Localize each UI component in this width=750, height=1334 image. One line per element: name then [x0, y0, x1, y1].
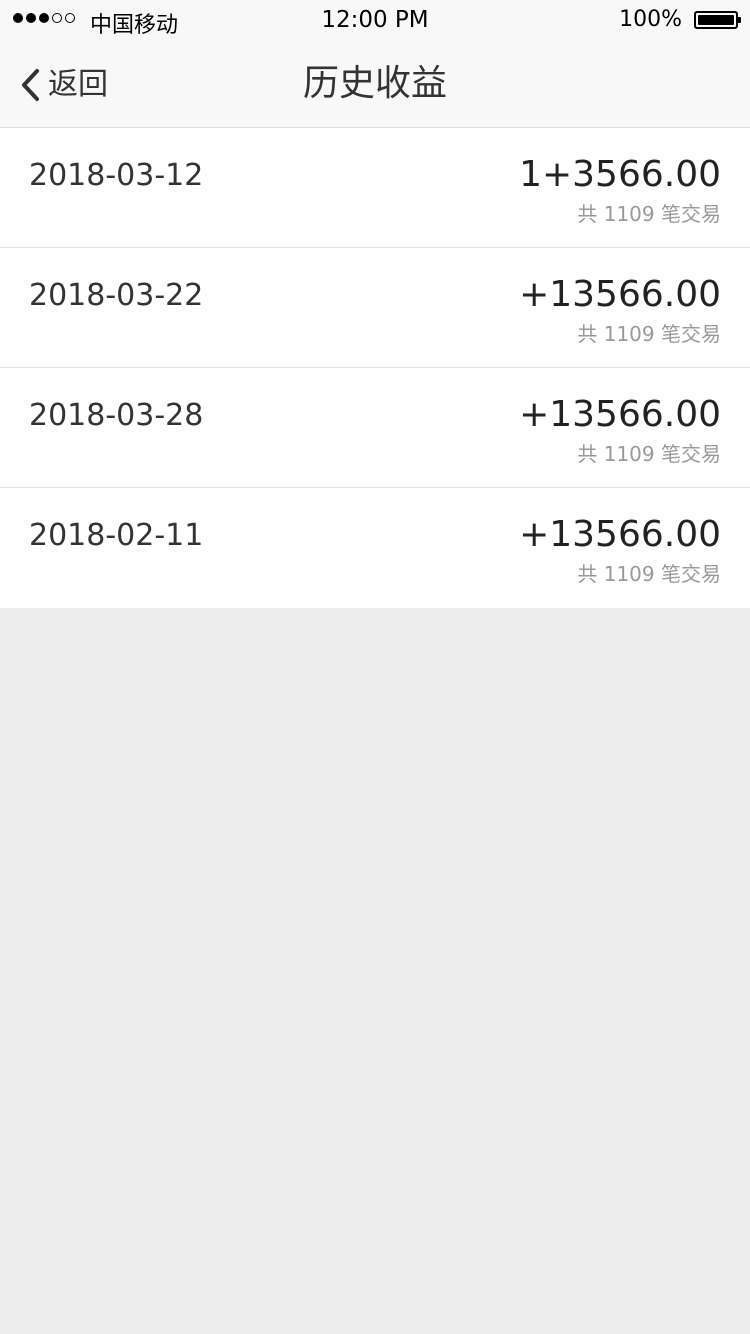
record-amount: +13566.00 [519, 514, 721, 555]
record-transaction-count: 共 1109 笔交易 [577, 562, 721, 586]
list-item[interactable]: 2018-03-28 +13566.00 共 1109 笔交易 [0, 368, 750, 488]
record-date: 2018-03-12 [29, 158, 204, 193]
page-title: 历史收益 [302, 63, 447, 104]
record-amount: +13566.00 [519, 274, 721, 315]
navigation-bar: 返回 历史收益 [0, 40, 750, 128]
record-date: 2018-03-28 [29, 398, 204, 433]
list-item[interactable]: 2018-02-11 +13566.00 共 1109 笔交易 [0, 488, 750, 608]
list-item[interactable]: 2018-03-12 1+3566.00 共 1109 笔交易 [0, 128, 750, 248]
record-amount: 1+3566.00 [519, 154, 721, 195]
record-date: 2018-03-22 [29, 278, 204, 313]
record-amount: +13566.00 [519, 394, 721, 435]
earnings-history-list: 2018-03-12 1+3566.00 共 1109 笔交易 2018-03-… [0, 128, 750, 608]
record-transaction-count: 共 1109 笔交易 [577, 202, 721, 226]
status-bar: 中国移动 12:00 PM 100% [0, 0, 750, 40]
list-item[interactable]: 2018-03-22 +13566.00 共 1109 笔交易 [0, 248, 750, 368]
battery-icon [694, 11, 741, 29]
record-transaction-count: 共 1109 笔交易 [577, 322, 721, 346]
record-transaction-count: 共 1109 笔交易 [577, 442, 721, 466]
record-date: 2018-02-11 [29, 518, 204, 553]
battery-percentage: 100% [619, 7, 682, 32]
